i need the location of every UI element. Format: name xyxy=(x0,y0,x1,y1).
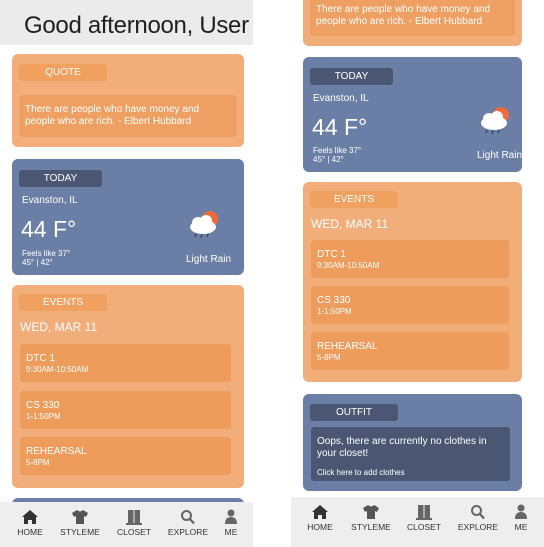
home-screen-top: Good afternoon, User QUOTE There are peo… xyxy=(0,0,253,547)
event-time: 9:30AM-10:50AM xyxy=(26,365,89,374)
home-screen-scrolled: There are people who have money and peop… xyxy=(291,0,544,547)
weather-high-low: 45° | 42° xyxy=(313,155,344,164)
event-time: 9:30AM-10:50AM xyxy=(317,261,380,270)
event-title: CS 330 xyxy=(26,400,60,411)
weather-card[interactable]: TODAY Evanston, IL 44 F° Feels like 37° … xyxy=(303,57,522,172)
outfit-card: OUTFIT Oops, there are currently no clot… xyxy=(303,394,522,491)
tshirt-icon xyxy=(72,510,88,524)
rain-cloud-sun-icon xyxy=(481,107,509,135)
event-item[interactable]: REHEARSAL 5-8PM xyxy=(20,437,231,475)
events-date: WED, MAR 11 xyxy=(20,320,98,334)
weather-high-low: 45° | 42° xyxy=(22,258,53,267)
person-icon xyxy=(515,504,527,519)
greeting-text: Good afternoon, User xyxy=(24,12,249,39)
event-time: 1-1:50PM xyxy=(317,307,352,316)
closet-icon xyxy=(416,505,432,520)
nav-me[interactable]: ME xyxy=(208,502,253,547)
event-item[interactable]: REHEARSAL 5-8PM xyxy=(311,332,509,370)
event-item[interactable]: DTC 1 9:30AM-10:50AM xyxy=(20,344,231,382)
outfit-hint: Click here to add clothes xyxy=(317,468,405,477)
quote-card: There are people who have money and peop… xyxy=(303,0,522,46)
nav-label: CLOSET xyxy=(406,522,441,532)
nav-explore[interactable]: EXPLORE xyxy=(455,497,501,547)
quote-text: There are people who have money and peop… xyxy=(19,95,237,137)
nav-styleme[interactable]: STYLEME xyxy=(348,497,394,547)
home-icon xyxy=(22,510,38,524)
nav-label: ME xyxy=(224,527,238,537)
weather-location: Evanston, IL xyxy=(22,195,78,206)
bottom-nav: HOME STYLEME CLOSET EXPLORE ME xyxy=(291,497,544,547)
outfit-message: Oops, there are currently no clothes in … xyxy=(317,436,487,459)
quote-card: QUOTE There are people who have money an… xyxy=(12,54,244,147)
event-title: REHEARSAL xyxy=(317,341,378,352)
nav-label: HOME xyxy=(17,527,43,537)
weather-temperature: 44 F° xyxy=(312,114,368,140)
greeting-header: Good afternoon, User xyxy=(0,0,253,45)
events-label: EVENTS xyxy=(310,191,398,208)
event-item[interactable]: DTC 1 9:30AM-10:50AM xyxy=(311,240,509,278)
nav-label: EXPLORE xyxy=(457,522,499,532)
event-time: 1-1:50PM xyxy=(26,412,61,421)
weather-condition: Light Rain xyxy=(186,254,232,265)
weather-condition: Light Rain xyxy=(477,150,523,161)
tshirt-icon xyxy=(363,505,379,519)
weather-feels-like: Feels like 37° xyxy=(22,249,71,258)
rain-cloud-sun-icon xyxy=(190,211,218,239)
nav-home[interactable]: HOME xyxy=(7,502,53,547)
search-icon xyxy=(471,505,485,520)
events-date: WED, MAR 11 xyxy=(311,217,389,231)
events-card: EVENTS WED, MAR 11 DTC 1 9:30AM-10:50AM … xyxy=(12,285,244,488)
quote-label: QUOTE xyxy=(19,64,107,81)
weather-label: TODAY xyxy=(19,170,102,187)
bottom-nav: HOME STYLEME CLOSET EXPLORE ME xyxy=(0,502,253,547)
home-icon xyxy=(312,505,328,519)
event-title: CS 330 xyxy=(317,295,351,306)
nav-label: STYLEME xyxy=(351,522,391,532)
nav-label: STYLEME xyxy=(60,527,100,537)
event-item[interactable]: CS 330 1-1:50PM xyxy=(311,286,509,324)
event-time: 5-8PM xyxy=(317,353,341,362)
event-title: DTC 1 xyxy=(26,353,55,364)
event-title: REHEARSAL xyxy=(26,446,87,457)
weather-temperature: 44 F° xyxy=(21,216,77,242)
event-time: 5-8PM xyxy=(26,458,50,467)
nav-me[interactable]: ME xyxy=(498,497,544,547)
nav-label: ME xyxy=(514,522,528,532)
weather-feels-like: Feels like 37° xyxy=(313,146,362,155)
weather-label: TODAY xyxy=(310,68,393,85)
nav-label: HOME xyxy=(307,522,333,532)
nav-label: EXPLORE xyxy=(167,527,209,537)
nav-closet[interactable]: CLOSET xyxy=(111,502,157,547)
outfit-label: OUTFIT xyxy=(310,404,398,421)
weather-location: Evanston, IL xyxy=(313,93,369,104)
event-item[interactable]: CS 330 1-1:50PM xyxy=(20,391,231,429)
add-clothes-button[interactable]: Oops, there are currently no clothes in … xyxy=(311,427,510,481)
person-icon xyxy=(225,509,237,524)
events-label: EVENTS xyxy=(19,294,107,311)
nav-closet[interactable]: CLOSET xyxy=(401,497,447,547)
nav-home[interactable]: HOME xyxy=(297,497,343,547)
search-icon xyxy=(181,510,195,525)
event-title: DTC 1 xyxy=(317,249,346,260)
nav-styleme[interactable]: STYLEME xyxy=(57,502,103,547)
nav-explore[interactable]: EXPLORE xyxy=(165,502,211,547)
nav-label: CLOSET xyxy=(116,527,151,537)
closet-icon xyxy=(126,510,142,525)
quote-text: There are people who have money and peop… xyxy=(310,0,515,36)
weather-card[interactable]: TODAY Evanston, IL 44 F° Feels like 37° … xyxy=(12,159,244,275)
events-card: EVENTS WED, MAR 11 DTC 1 9:30AM-10:50AM … xyxy=(303,182,522,382)
